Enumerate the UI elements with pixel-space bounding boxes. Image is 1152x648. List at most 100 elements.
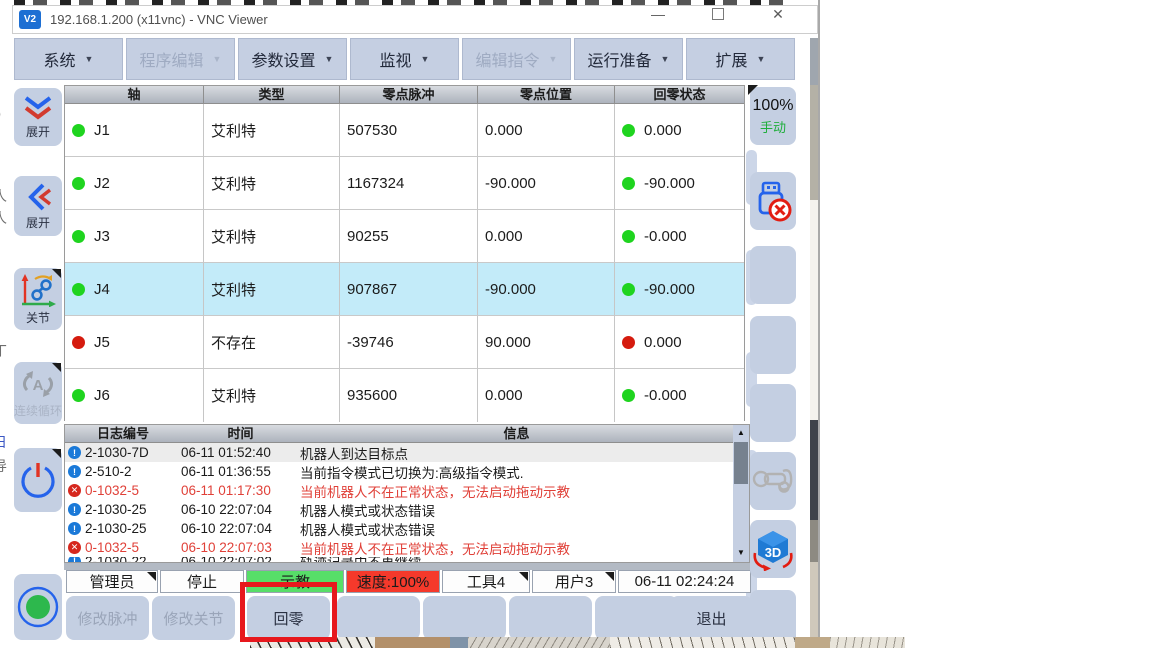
run-state-label: 停止 <box>187 571 217 592</box>
status-run-state[interactable]: 停止 <box>160 570 244 593</box>
axis-type: 艾利特 <box>204 157 340 210</box>
desktop-photo-fragment <box>610 637 795 648</box>
exit-button[interactable]: 退出 <box>670 596 753 640</box>
home-value: -0.000 <box>644 387 687 404</box>
zero-pulse: 90255 <box>340 210 478 263</box>
menu-system[interactable]: 系统 ▼ <box>14 38 123 80</box>
empty-action-button[interactable] <box>337 596 420 640</box>
scroll-up-icon[interactable]: ▲ <box>733 425 749 440</box>
status-user[interactable]: 用户3 <box>532 570 616 593</box>
expand-down-button[interactable]: 展开 <box>14 88 62 146</box>
usb-status-button[interactable] <box>750 172 796 230</box>
empty-action-button[interactable] <box>423 596 506 640</box>
log-row[interactable]: ! 2-1030-7D 06-11 01:52:40 机器人到达目标点 <box>65 443 749 462</box>
speed-label: 速度:100% <box>357 571 430 592</box>
maximize-button[interactable] <box>698 0 738 28</box>
desktop-photo-fragment <box>468 637 610 648</box>
home-value: -90.000 <box>644 281 695 298</box>
zero-pulse: 907867 <box>340 263 478 316</box>
axis-type: 艾利特 <box>204 369 340 422</box>
log-row[interactable]: ! 2-1030-25 06-10 22:07:04 机器人模式或状态错误 <box>65 500 749 519</box>
log-code: 2-1030-25 <box>85 521 181 536</box>
desktop-photo-fragment <box>375 637 450 648</box>
cycle-label: 连续循环 <box>14 402 62 419</box>
axis-status-dot <box>72 283 85 296</box>
axis-row-j5[interactable]: J5 不存在 -39746 90.000 0.000 <box>65 316 744 369</box>
background-text-fragment: 导 <box>0 456 11 476</box>
empty-action-button[interactable] <box>595 596 678 640</box>
empty-toolbar-button[interactable] <box>750 316 796 374</box>
zero-position: 0.000 <box>478 369 615 422</box>
menu-label: 系统 <box>44 47 76 71</box>
log-message: 当前机器人不在正常状态，无法启动拖动示教 <box>300 481 733 501</box>
speed-mode-button[interactable]: 100% 手动 <box>750 87 796 145</box>
axis-status-dot <box>72 230 85 243</box>
log-row[interactable]: ! 2-510-2 06-11 01:36:55 当前指令模式已切换为:高级指令… <box>65 462 749 481</box>
axis-type: 艾利特 <box>204 210 340 263</box>
menu-monitor[interactable]: 监视 ▼ <box>350 38 459 80</box>
status-tool[interactable]: 工具4 <box>442 570 530 593</box>
zero-position: -90.000 <box>478 157 615 210</box>
scrollbar-thumb[interactable] <box>734 442 748 484</box>
panel-splitter <box>64 563 750 570</box>
status-role[interactable]: 管理员 <box>66 570 158 593</box>
menu-label: 参数设置 <box>252 47 316 71</box>
menu-label: 运行准备 <box>588 47 652 71</box>
home-value: 0.000 <box>644 334 682 351</box>
gamepad-button[interactable] <box>750 452 796 510</box>
log-row[interactable]: ! 2-1030-25 06-10 22:07:04 机器人模式或状态错误 <box>65 519 749 538</box>
minimize-button[interactable]: — <box>638 0 678 28</box>
joint-mode-button[interactable]: 关节 <box>14 268 62 330</box>
menu-extension[interactable]: 扩展 ▼ <box>686 38 795 80</box>
axis-label: J1 <box>94 122 110 139</box>
axis-row-j4-selected[interactable]: J4 艾利特 907867 -90.000 -90.000 <box>65 263 744 316</box>
axis-label: J3 <box>94 228 110 245</box>
log-time: 06-11 01:36:55 <box>181 464 300 479</box>
view-3d-button[interactable]: 3D <box>750 520 796 578</box>
log-scrollbar[interactable]: ▲ ▼ <box>733 425 749 562</box>
menu-label: 程序编辑 <box>140 47 204 71</box>
empty-toolbar-button[interactable] <box>750 246 796 304</box>
chevron-down-icon: ▼ <box>85 54 94 64</box>
axis-row-j2[interactable]: J2 艾利特 1167324 -90.000 -90.000 <box>65 157 744 210</box>
menu-program-edit[interactable]: 程序编辑 ▼ <box>126 38 235 80</box>
menu-parameter-settings[interactable]: 参数设置 ▼ <box>238 38 347 80</box>
continuous-cycle-button[interactable]: A 连续循环 <box>14 362 62 424</box>
expand-left-button[interactable]: 展开 <box>14 176 62 236</box>
col-log-id: 日志编号 <box>65 425 181 442</box>
double-chevron-down-icon <box>21 95 55 121</box>
log-row-error[interactable]: ✕ 0-1032-5 06-11 01:17:30 当前机器人不在正常状态，无法… <box>65 481 749 500</box>
modify-joint-button[interactable]: 修改关节 <box>152 596 235 640</box>
log-code: 0-1032-5 <box>85 540 181 555</box>
home-status-dot <box>622 389 635 402</box>
vnc-logo-icon: V2 <box>19 10 41 29</box>
maximize-icon <box>712 8 724 20</box>
empty-toolbar-button[interactable] <box>750 384 796 442</box>
menu-edit-instruction[interactable]: 编辑指令 ▼ <box>462 38 571 80</box>
corner-marker-icon <box>748 85 758 95</box>
background-text-fragment: 人 <box>0 186 11 206</box>
status-speed[interactable]: 速度:100% <box>346 570 440 593</box>
log-message: 机器人模式或状态错误 <box>300 500 733 520</box>
axis-label: J6 <box>94 387 110 404</box>
global-speed-value: 100% <box>753 97 794 115</box>
log-row-error[interactable]: ✕ 0-1032-5 06-10 22:07:03 当前机器人不在正常状态，无法… <box>65 538 749 557</box>
close-button[interactable]: ✕ <box>758 0 798 28</box>
axis-row-j1[interactable]: J1 艾利特 507530 0.000 0.000 <box>65 104 744 157</box>
menu-run-prepare[interactable]: 运行准备 ▼ <box>574 38 683 80</box>
error-icon: ✕ <box>68 541 81 554</box>
home-status-dot <box>622 283 635 296</box>
background-text-fragment: 0 <box>0 106 11 122</box>
col-zero-pulse: 零点脉冲 <box>340 86 478 103</box>
home-status-dot <box>622 230 635 243</box>
axis-row-j3[interactable]: J3 艾利特 90255 0.000 -0.000 <box>65 210 744 263</box>
info-icon: ! <box>68 522 81 535</box>
power-button[interactable] <box>14 448 62 512</box>
axis-type: 艾利特 <box>204 263 340 316</box>
servo-enable-button[interactable] <box>14 574 62 640</box>
scroll-down-icon[interactable]: ▼ <box>733 545 749 560</box>
axis-row-j6[interactable]: J6 艾利特 935600 0.000 -0.000 <box>65 369 744 422</box>
modify-pulse-button[interactable]: 修改脉冲 <box>66 596 149 640</box>
home-value: 0.000 <box>644 122 682 139</box>
empty-action-button[interactable] <box>509 596 592 640</box>
